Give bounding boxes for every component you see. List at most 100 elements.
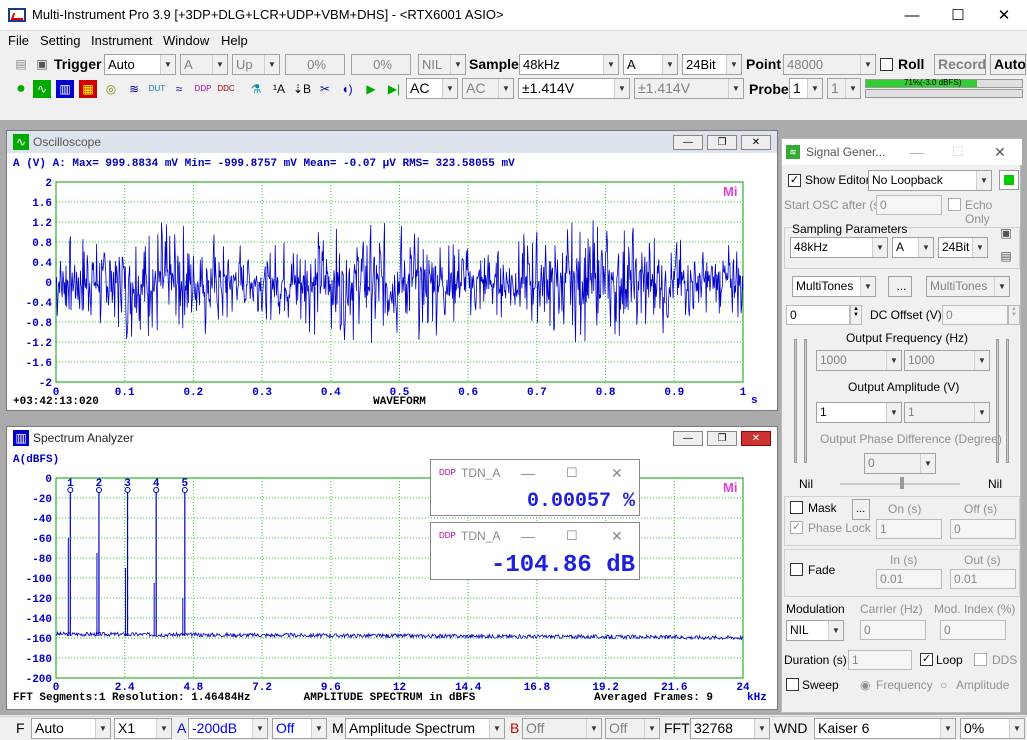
on-input[interactable]: 1 [876, 519, 942, 539]
siggen-maximize-button[interactable]: ☐ [952, 139, 964, 165]
menu-instrument[interactable]: Instrument [91, 33, 152, 48]
bit-depth-select[interactable]: 24Bit ▼ [682, 54, 742, 75]
oscilloscope-icon[interactable]: ∿ [33, 80, 51, 98]
minimize-button[interactable]: — [889, 0, 935, 31]
marker-icon[interactable]: ⇣B [293, 80, 311, 98]
loop-checkbox[interactable]: ✓ [920, 653, 933, 666]
spectrum-plot[interactable]: A(dBFS) 0 -20 -40 -60 -80 -100 -120 -140 -160 -180… [7, 449, 777, 709]
trigger-delay-input[interactable]: 0% [351, 54, 411, 75]
zoom-select[interactable]: X1 ▼ [114, 718, 172, 739]
data-logger-icon[interactable]: ≈ [170, 80, 188, 98]
level-slider-a-2[interactable] [804, 339, 807, 463]
range-a-select[interactable]: ±1.414V ▼ [518, 78, 630, 99]
tdn1-maximize-button[interactable]: ☐ [566, 460, 578, 486]
fade-checkbox[interactable] [790, 563, 803, 576]
mod-index-input[interactable]: 0 [940, 620, 1006, 640]
tdn-window-db[interactable]: TDN_A DDP — ☐ ✕ -104.86 dB [430, 522, 640, 580]
fade-out-input[interactable]: 0.01 [950, 569, 1016, 589]
sweep-amplitude-radio[interactable]: ○ [940, 678, 947, 692]
gen-channel-select[interactable]: A ▼ [892, 237, 934, 258]
frequency-a-select[interactable]: 1000 ▼ [816, 350, 902, 371]
start-icon[interactable]: ● [12, 80, 30, 98]
spec-restore-button[interactable]: ❐ [707, 431, 737, 446]
gen-save-icon[interactable]: ▣ [997, 224, 1015, 242]
range-select[interactable]: -200dB ▼ [188, 718, 268, 739]
overlay-a-select[interactable]: Off ▼ [272, 718, 327, 739]
gen-bits-select[interactable]: 24Bit ▼ [938, 237, 988, 258]
window-function-select[interactable]: Kaiser 6 ▼ [814, 718, 956, 739]
sample-rate-select[interactable]: 48kHz ▼ [519, 54, 619, 75]
waveform-a-select[interactable]: MultiTones ▼ [792, 276, 876, 297]
level-slider-b-1[interactable] [996, 339, 999, 463]
overlay-b-select[interactable]: Off ▼ [605, 718, 660, 739]
multimeter-icon[interactable]: ◎ [102, 80, 120, 98]
display-mode-select[interactable]: Amplitude Spectrum ▼ [345, 718, 505, 739]
sweep-checkbox[interactable] [786, 678, 799, 691]
carrier-input[interactable]: 0 [860, 620, 926, 640]
roll-checkbox[interactable] [880, 58, 893, 71]
dc-offset-a-spinner[interactable]: ▲ ▼ [850, 305, 862, 325]
loopback-select[interactable]: No Loopback ▼ [868, 170, 992, 191]
overlap-select[interactable]: 0% ▼ [960, 718, 1025, 739]
dds-checkbox[interactable] [974, 653, 987, 666]
points-select[interactable]: 48000 ▼ [783, 54, 876, 75]
frequency-b-select[interactable]: 1000 ▼ [904, 350, 990, 371]
osc-minimize-button[interactable]: — [673, 135, 703, 150]
menu-window[interactable]: Window [163, 33, 209, 48]
menu-setting[interactable]: Setting [40, 33, 80, 48]
dc-offset-a-input[interactable]: 0 [786, 305, 850, 325]
probe-b-select[interactable]: 1 ▼ [827, 78, 861, 99]
dc-offset-b-input[interactable]: 0 [942, 305, 1008, 325]
amplitude-a-select[interactable]: 1 ▼ [816, 402, 902, 423]
calibration-icon[interactable]: ⚗ [247, 80, 265, 98]
tdn2-minimize-button[interactable]: — [521, 523, 535, 549]
trigger-source-select[interactable]: NIL ▼ [418, 54, 466, 75]
tdn1-minimize-button[interactable]: — [521, 460, 535, 486]
trigger-channel-select[interactable]: A ▼ [180, 54, 228, 75]
spectroscope-icon[interactable]: ▦ [79, 80, 97, 98]
level-slider-a-1[interactable] [794, 339, 797, 463]
waveform-b-select[interactable]: MultiTones ▼ [926, 276, 1010, 297]
ddp-icon[interactable]: DDP [194, 80, 212, 98]
auto-button[interactable]: Auto [990, 54, 1026, 75]
fft-size-select[interactable]: 32768 ▼ [690, 718, 770, 739]
gen-rate-select[interactable]: 48kHz ▼ [790, 237, 888, 258]
tdn1-close-button[interactable]: ✕ [611, 460, 623, 486]
sweep-frequency-radio[interactable]: ◉ [860, 678, 870, 692]
phase-lock-checkbox[interactable]: ✓ [790, 521, 803, 534]
mask-checkbox[interactable] [790, 501, 803, 514]
show-editor-checkbox[interactable]: ✓ [788, 174, 801, 187]
coupling-b-select[interactable]: AC ▼ [462, 78, 514, 99]
dut-icon[interactable]: DUT [148, 80, 166, 98]
tools-icon[interactable]: ✂ [316, 80, 334, 98]
off-input[interactable]: 0 [950, 519, 1016, 539]
tdn2-close-button[interactable]: ✕ [611, 523, 623, 549]
siggen-minimize-button[interactable]: — [910, 139, 924, 165]
play-icon[interactable]: ▶ [362, 80, 380, 98]
record-button[interactable]: Record [934, 54, 986, 75]
menu-help[interactable]: Help [221, 33, 248, 48]
close-button[interactable]: ✕ [981, 0, 1027, 31]
osc-restore-button[interactable]: ❐ [707, 135, 737, 150]
ddc-icon[interactable]: DDC [217, 80, 235, 98]
open-folder-icon[interactable]: ▤ [12, 55, 30, 73]
spectrum-analyzer-icon[interactable]: ▥ [56, 80, 74, 98]
fade-in-input[interactable]: 0.01 [876, 569, 942, 589]
balance-slider[interactable] [840, 477, 960, 489]
trigger-edge-select[interactable]: Up ▼ [232, 54, 280, 75]
duration-input[interactable]: 1 [848, 650, 912, 670]
coupling-a-select[interactable]: AC ▼ [406, 78, 458, 99]
waveform-edit-button[interactable]: ... [888, 276, 912, 297]
channel-b-select[interactable]: Off ▼ [522, 718, 602, 739]
tdn-window-percent[interactable]: TDN_A DDP — ☐ ✕ 0.00057 % [430, 459, 640, 516]
save-icon[interactable]: ▣ [33, 55, 51, 73]
speaker-icon[interactable]: ◖) [338, 80, 356, 98]
generator-run-button[interactable] [999, 170, 1019, 190]
dc-offset-b-spinner[interactable]: ▲ ▼ [1008, 305, 1020, 325]
level-slider-b-2[interactable] [1006, 339, 1009, 463]
text-icon[interactable]: ¹A [270, 80, 288, 98]
osc-close-button[interactable]: ✕ [741, 135, 771, 150]
amplitude-b-select[interactable]: 1 ▼ [904, 402, 990, 423]
play-step-icon[interactable]: ▶| [385, 80, 403, 98]
mask-edit-button[interactable]: ... [852, 499, 870, 520]
